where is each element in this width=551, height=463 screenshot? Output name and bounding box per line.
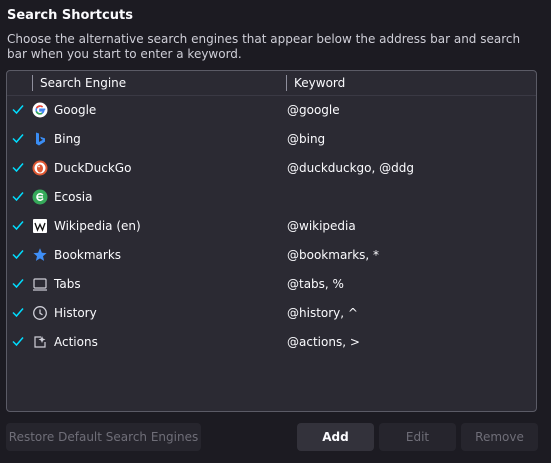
engine-keyword: @wikipedia [287, 219, 356, 233]
table-row[interactable]: Wikipedia (en) @wikipedia [7, 212, 536, 241]
engine-keyword: @duckduckgo, @ddg [287, 161, 414, 175]
table-row[interactable]: History @history, ^ [7, 299, 536, 328]
restore-default-button[interactable]: Restore Default Search Engines [6, 423, 201, 451]
engine-name: Ecosia [54, 190, 93, 204]
engine-keyword: @tabs, % [287, 277, 344, 291]
checkmark-icon[interactable] [11, 334, 25, 348]
engine-keyword: @actions, > [287, 335, 360, 349]
clock-icon [33, 306, 47, 320]
add-button[interactable]: Add [297, 423, 374, 451]
ecosia-icon [32, 189, 48, 205]
wikipedia-icon [33, 219, 47, 233]
tabs-icon [33, 278, 47, 291]
engine-keyword: @bing [287, 132, 326, 146]
star-icon [33, 248, 47, 261]
engine-keyword: @history, ^ [287, 306, 358, 320]
actions-icon [34, 336, 46, 348]
header-divider [286, 75, 287, 91]
engine-name: Tabs [54, 277, 81, 291]
engine-name: Bing [54, 132, 81, 146]
header-divider [32, 75, 33, 91]
remove-button[interactable]: Remove [461, 423, 538, 451]
engine-name: Bookmarks [54, 248, 122, 262]
engine-keyword: @bookmarks, * [287, 248, 380, 262]
checkmark-icon[interactable] [11, 305, 25, 319]
section-description: Choose the alternative search engines th… [7, 32, 521, 61]
table-row[interactable]: DuckDuckGo @duckduckgo, @ddg [7, 154, 536, 183]
table-row[interactable]: Ecosia [7, 183, 536, 212]
engine-name: Actions [54, 335, 98, 349]
checkmark-icon[interactable] [11, 131, 25, 145]
checkmark-icon[interactable] [11, 247, 25, 261]
section-title: Search Shortcuts [7, 8, 133, 23]
edit-button[interactable]: Edit [379, 423, 456, 451]
header-keyword[interactable]: Keyword [294, 76, 345, 90]
checkmark-icon[interactable] [11, 160, 25, 174]
table-row[interactable]: Tabs @tabs, % [7, 270, 536, 299]
checkmark-icon[interactable] [11, 276, 25, 290]
table-row[interactable]: Bookmarks @bookmarks, * [7, 241, 536, 270]
engine-name: History [54, 306, 97, 320]
checkmark-icon[interactable] [11, 189, 25, 203]
table-header: Search Engine Keyword [7, 71, 536, 96]
engine-name: Google [54, 103, 97, 117]
google-icon [32, 102, 48, 118]
engine-name: DuckDuckGo [54, 161, 132, 175]
header-search-engine[interactable]: Search Engine [40, 76, 126, 90]
checkmark-icon[interactable] [11, 218, 25, 232]
table-row[interactable]: Actions @actions, > [7, 328, 536, 357]
engine-name: Wikipedia (en) [54, 219, 141, 233]
table-row[interactable]: Bing @bing [7, 125, 536, 154]
checkmark-icon[interactable] [11, 102, 25, 116]
table-row[interactable]: Google @google [7, 96, 536, 125]
engine-keyword: @google [287, 103, 340, 117]
duckduckgo-icon [32, 160, 48, 176]
search-engines-table: Search Engine Keyword Google @google Bin… [6, 70, 537, 412]
bing-icon [36, 132, 45, 146]
